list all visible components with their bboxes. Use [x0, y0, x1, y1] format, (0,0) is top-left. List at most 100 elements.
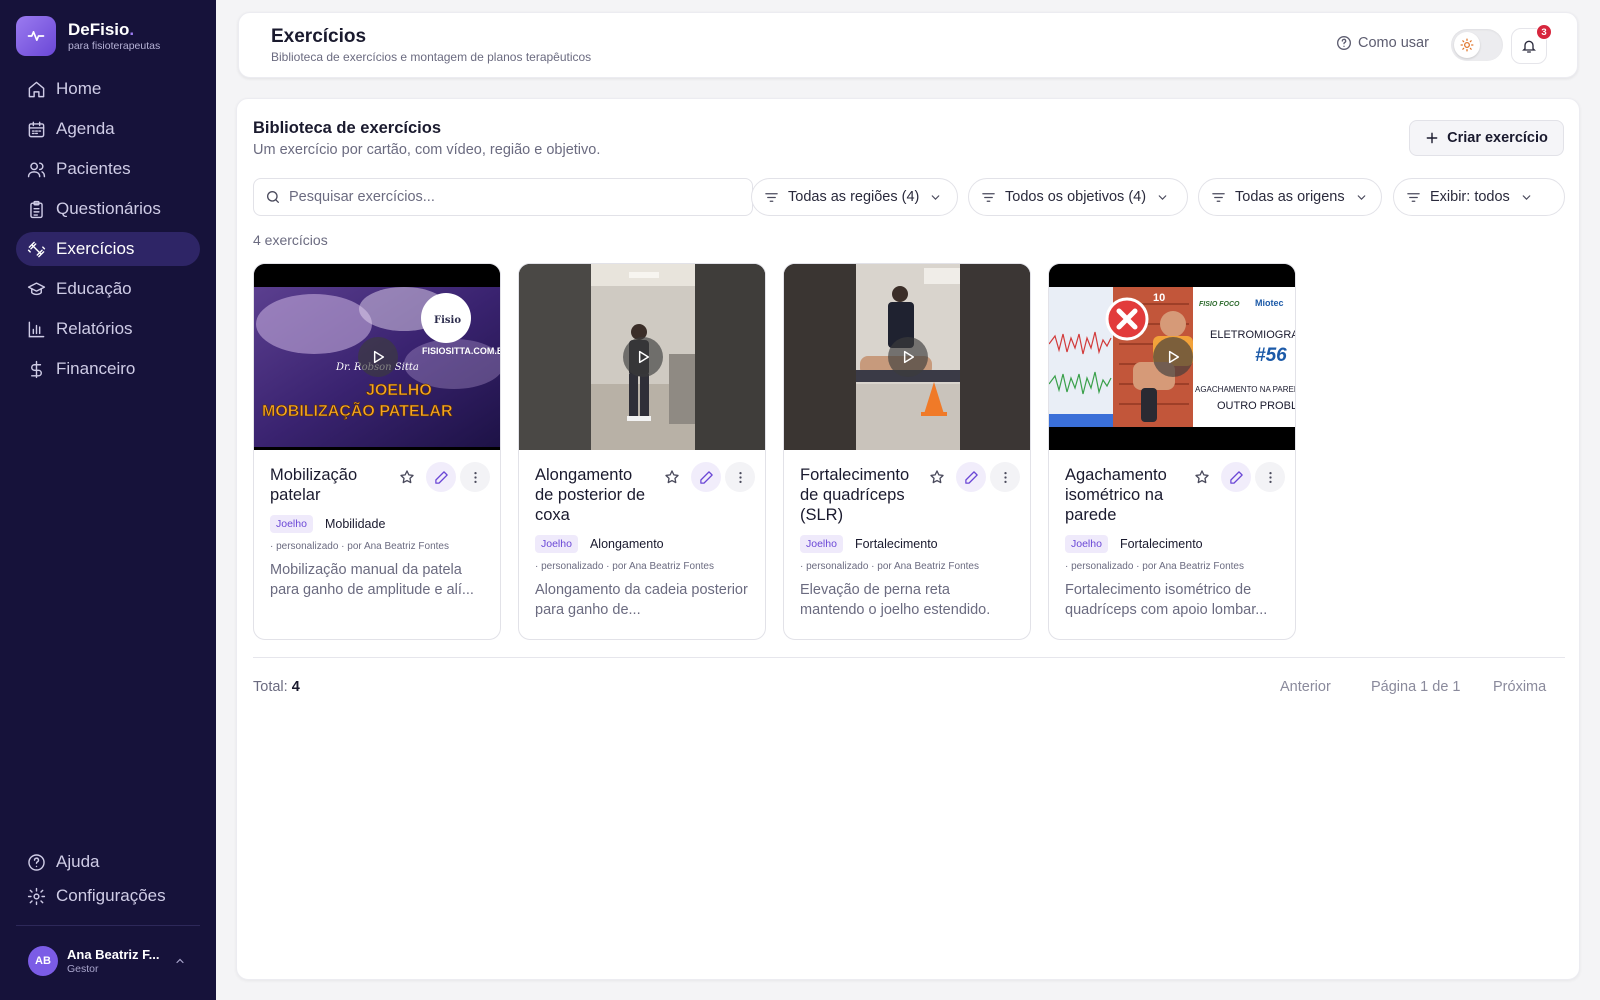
brand[interactable]: DeFisio. para fisioterapeutas: [16, 16, 160, 56]
site-text: FISIOSITTA.COM.BR: [422, 346, 500, 356]
home-icon: [26, 79, 46, 99]
sidebar-item-label: Financeiro: [56, 359, 136, 378]
users-icon: [26, 159, 46, 179]
exercise-meta: · personalizado · por Ana Beatriz Fontes: [270, 541, 449, 552]
theme-toggle[interactable]: [1451, 29, 1503, 61]
exercise-card: Fisio Dr. Robson Sitta FISIOSITTA.COM.BR…: [253, 263, 501, 640]
logo-pulse-icon: [16, 16, 56, 56]
sidebar-item-home[interactable]: Home: [16, 72, 200, 106]
page-title: Exercícios: [271, 26, 367, 47]
more-options-button[interactable]: [725, 462, 755, 492]
sidebar-item-questionarios[interactable]: Questionários: [16, 192, 200, 226]
how-to-button[interactable]: Como usar: [1336, 35, 1429, 51]
sidebar-item-pacientes[interactable]: Pacientes: [16, 152, 200, 186]
exercise-title: Mobilização patelar: [270, 466, 358, 504]
thumb-number: #56: [1255, 345, 1287, 366]
play-icon[interactable]: [623, 337, 663, 377]
play-icon[interactable]: [888, 337, 928, 377]
sidebar-item-educacao[interactable]: Educação: [16, 272, 200, 306]
plus-icon: [1425, 131, 1439, 145]
bar-chart-icon: [26, 319, 46, 339]
play-icon[interactable]: [1153, 337, 1193, 377]
edit-button[interactable]: [1221, 462, 1251, 492]
chevron-down-icon: [1520, 191, 1533, 204]
region-filter[interactable]: Todas as regiões (4): [751, 178, 958, 216]
dollar-icon: [26, 359, 46, 379]
origin-filter-label: Todas as origens: [1235, 189, 1345, 205]
favorite-button[interactable]: [392, 462, 422, 492]
exercise-description: Mobilização manual da patela para ganho …: [270, 562, 474, 598]
sidebar-item-ajuda[interactable]: Ajuda: [16, 845, 200, 879]
sidebar-item-exercicios[interactable]: Exercícios: [16, 232, 200, 266]
search-box: [253, 178, 753, 216]
star-icon: [664, 469, 680, 485]
origin-filter[interactable]: Todas as origens: [1198, 178, 1382, 216]
pencil-icon: [964, 470, 979, 485]
play-icon[interactable]: [358, 337, 398, 377]
sidebar-divider: [16, 925, 200, 926]
more-options-button[interactable]: [1255, 462, 1285, 492]
favorite-button[interactable]: [922, 462, 952, 492]
exercise-title: Alongamento de posterior de coxa: [535, 466, 646, 524]
display-filter[interactable]: Exibir: todos: [1393, 178, 1565, 216]
filter-icon: [1406, 190, 1421, 205]
more-vertical-icon: [1263, 470, 1278, 485]
gear-icon: [26, 886, 46, 906]
notifications-button[interactable]: 3: [1511, 24, 1552, 64]
objective-tag: Fortalecimento: [854, 537, 938, 551]
favorite-button[interactable]: [657, 462, 687, 492]
thumb-line1: JOELHO: [366, 382, 432, 399]
video-thumbnail[interactable]: 10 FISIO FOCO Miotec ELETROMIOGRAFIA #56…: [1049, 264, 1295, 450]
next-page-button[interactable]: Próxima: [1493, 679, 1546, 695]
thumb-corner-number: 10: [1153, 292, 1165, 304]
page-header: Exercícios Biblioteca de exercícios e mo…: [238, 12, 1578, 78]
brand-tagline: para fisioterapeutas: [68, 39, 161, 52]
edit-button[interactable]: [956, 462, 986, 492]
pencil-icon: [434, 470, 449, 485]
section-title: Biblioteca de exercícios: [253, 119, 442, 137]
create-exercise-label: Criar exercício: [1447, 130, 1548, 146]
sidebar-item-label: Pacientes: [56, 159, 131, 178]
sidebar-item-label: Exercícios: [56, 239, 135, 258]
favorite-button[interactable]: [1187, 462, 1217, 492]
exercise-library-panel: Biblioteca de exercícios Um exercício po…: [236, 98, 1580, 980]
edit-button[interactable]: [426, 462, 456, 492]
objective-tag: Fortalecimento: [1119, 537, 1203, 551]
region-tag: Joelho: [535, 535, 578, 553]
user-role: Gestor: [67, 962, 99, 975]
more-vertical-icon: [998, 470, 1013, 485]
video-thumbnail[interactable]: [519, 264, 765, 450]
bell-icon: [1521, 38, 1537, 54]
region-tag: Joelho: [270, 515, 313, 533]
video-thumbnail[interactable]: Fisio Dr. Robson Sitta FISIOSITTA.COM.BR…: [254, 264, 500, 450]
total-value: 4: [291, 679, 300, 695]
filter-icon: [764, 190, 779, 205]
thumb-line2: OUTRO PROBLEMA: [1217, 400, 1295, 412]
sidebar-item-agenda[interactable]: Agenda: [16, 112, 200, 146]
sidebar-item-relatorios[interactable]: Relatórios: [16, 312, 200, 346]
user-menu[interactable]: AB Ana Beatriz F... Gestor: [28, 946, 188, 976]
objective-filter[interactable]: Todos os objetivos (4): [968, 178, 1188, 216]
region-tag: Joelho: [1065, 535, 1108, 553]
objective-filter-label: Todos os objetivos (4): [1005, 189, 1147, 205]
sidebar-item-financeiro[interactable]: Financeiro: [16, 352, 200, 386]
edit-button[interactable]: [691, 462, 721, 492]
brand-name: DeFisio.: [68, 19, 135, 39]
more-options-button[interactable]: [460, 462, 490, 492]
total-count: Total: 4: [253, 679, 300, 695]
avatar: AB: [28, 946, 58, 976]
sidebar-item-label: Ajuda: [56, 852, 100, 871]
video-thumbnail[interactable]: [784, 264, 1030, 450]
search-input[interactable]: [289, 189, 729, 205]
sidebar-item-configuracoes[interactable]: Configurações: [16, 879, 200, 913]
more-vertical-icon: [733, 470, 748, 485]
more-options-button[interactable]: [990, 462, 1020, 492]
previous-page-button[interactable]: Anterior: [1280, 679, 1331, 695]
create-exercise-button[interactable]: Criar exercício: [1409, 120, 1564, 156]
exercise-meta: · personalizado · por Ana Beatriz Fontes: [1065, 561, 1244, 572]
user-name: Ana Beatriz F...: [67, 946, 160, 962]
pencil-icon: [1229, 470, 1244, 485]
star-icon: [399, 469, 415, 485]
sidebar-item-label: Configurações: [56, 886, 166, 905]
star-icon: [1194, 469, 1210, 485]
